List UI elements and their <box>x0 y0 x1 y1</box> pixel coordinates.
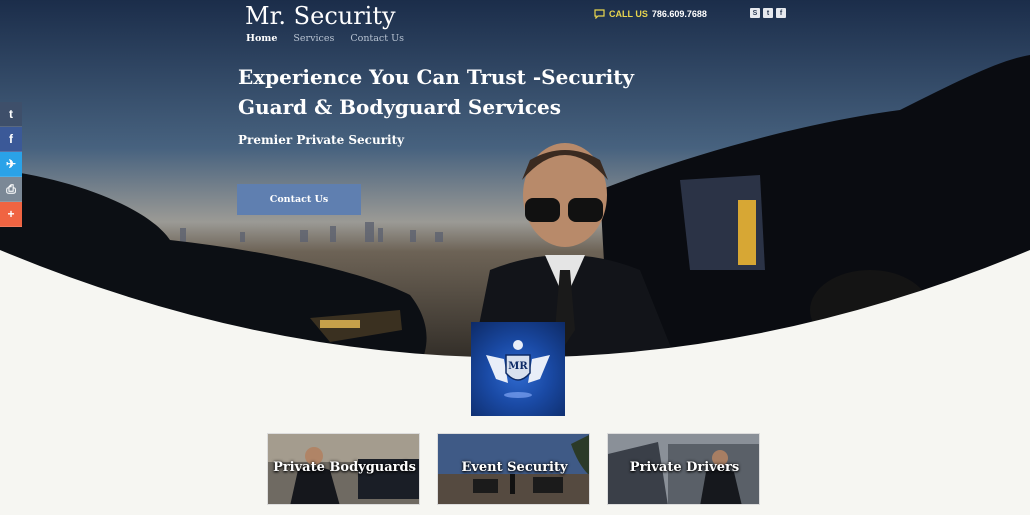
share-bar: t f ✈ ⎙ + <box>0 102 22 227</box>
call-us-label: CALL US <box>609 9 648 19</box>
twitter-share-icon[interactable]: ✈ <box>0 152 22 177</box>
skype-icon[interactable]: S <box>750 8 760 18</box>
service-card-private-drivers[interactable]: Private Drivers <box>607 433 760 505</box>
service-card-event-security[interactable]: Event Security <box>437 433 590 505</box>
services-cards: Private Bodyguards Event Security Privat… <box>267 433 760 505</box>
print-share-icon[interactable]: ⎙ <box>0 177 22 202</box>
more-share-icon[interactable]: + <box>0 202 22 227</box>
company-emblem-logo: MR <box>471 322 565 416</box>
nav-contact-us[interactable]: Contact Us <box>350 33 404 44</box>
service-card-bodyguards[interactable]: Private Bodyguards <box>267 433 420 505</box>
eagle-shield-icon: MR <box>486 340 550 398</box>
tumblr-share-icon[interactable]: t <box>0 102 22 127</box>
facebook-share-icon[interactable]: f <box>0 127 22 152</box>
contact-us-button[interactable]: Contact Us <box>237 184 361 215</box>
hero-subheadline: Premier Private Security <box>238 133 405 147</box>
service-title: Event Security <box>461 460 568 475</box>
hero-headline: Experience You Can Trust -Security Guard… <box>238 65 635 119</box>
site-logo-text[interactable]: Mr. Security <box>245 2 396 30</box>
service-title: Private Bodyguards <box>273 460 416 475</box>
service-title: Private Drivers <box>629 460 740 475</box>
social-links: S t f <box>750 8 786 18</box>
phone-number[interactable]: 786.609.7688 <box>652 9 707 19</box>
emblem-monogram: MR <box>508 361 528 372</box>
main-nav: Home Services Contact Us <box>246 33 404 44</box>
facebook-icon[interactable]: f <box>776 8 786 18</box>
nav-home[interactable]: Home <box>246 33 277 44</box>
call-us[interactable]: CALL US 786.609.7688 <box>594 9 707 19</box>
chat-icon <box>594 9 605 19</box>
nav-services[interactable]: Services <box>293 33 334 44</box>
twitter-icon[interactable]: t <box>763 8 773 18</box>
